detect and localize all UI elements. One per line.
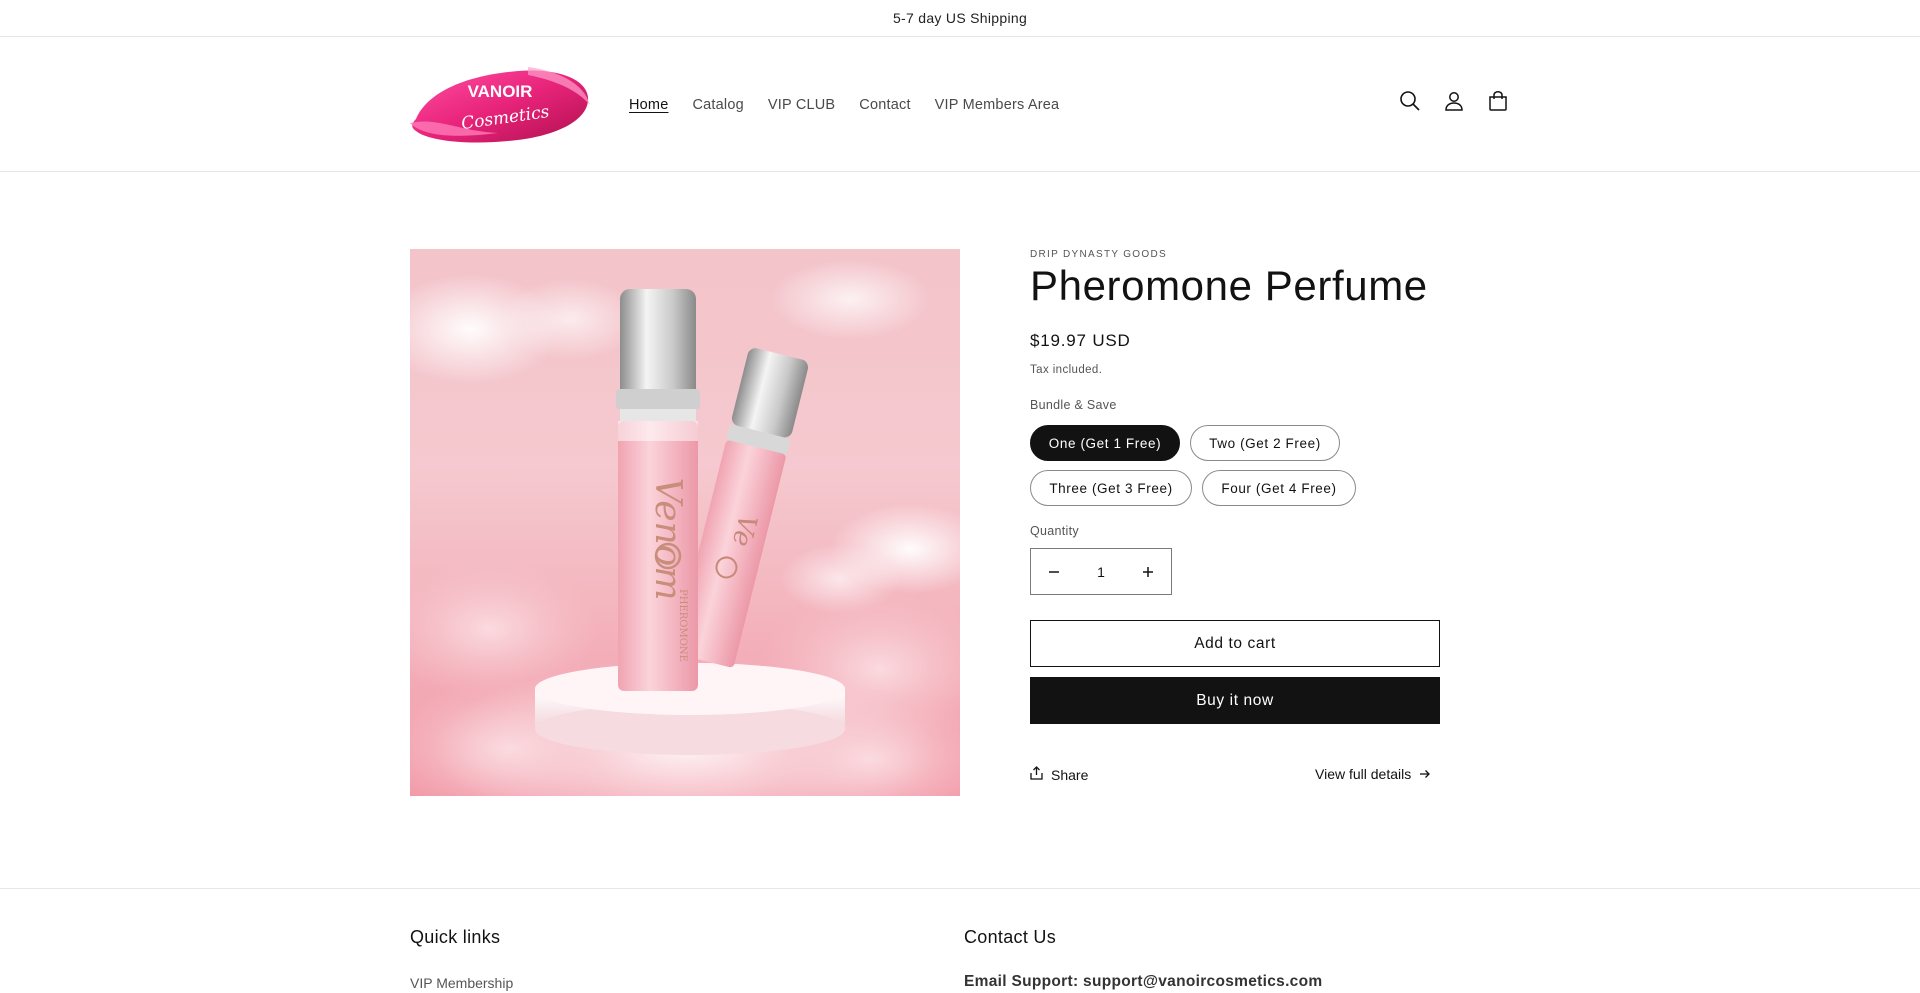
nav-item-home[interactable]: Home bbox=[629, 97, 668, 113]
account-icon[interactable] bbox=[1442, 89, 1466, 113]
search-icon[interactable] bbox=[1398, 89, 1422, 113]
buy-it-now-button[interactable]: Buy it now bbox=[1030, 677, 1440, 724]
bundle-label: Bundle & Save bbox=[1030, 398, 1117, 412]
site-footer: Quick links VIP Membership Contact Us Em… bbox=[0, 888, 1920, 993]
announcement-bar: 5-7 day US Shipping bbox=[0, 0, 1920, 37]
bundle-option-four[interactable]: Four (Get 4 Free) bbox=[1202, 470, 1356, 506]
arrow-right-icon bbox=[1419, 766, 1431, 782]
view-full-details-link[interactable]: View full details bbox=[1315, 766, 1431, 782]
logo-text-line1: VANOIR bbox=[468, 82, 533, 101]
header-icons bbox=[1398, 89, 1510, 113]
minus-icon bbox=[1049, 570, 1059, 573]
cart-icon[interactable] bbox=[1486, 89, 1510, 113]
nav-item-contact[interactable]: Contact bbox=[859, 97, 910, 113]
quantity-stepper: 1 bbox=[1030, 548, 1172, 595]
quantity-label: Quantity bbox=[1030, 524, 1079, 538]
quantity-input[interactable]: 1 bbox=[1077, 564, 1125, 580]
product-price: $19.97 USD bbox=[1030, 331, 1131, 350]
share-button[interactable]: Share bbox=[1030, 766, 1088, 783]
bundle-option-two[interactable]: Two (Get 2 Free) bbox=[1190, 425, 1340, 461]
product-title: Pheromone Perfume bbox=[1030, 262, 1428, 309]
plus-icon bbox=[1143, 566, 1153, 577]
bundle-option-three[interactable]: Three (Get 3 Free) bbox=[1030, 470, 1192, 506]
contact-us-heading: Contact Us bbox=[964, 927, 1057, 947]
share-icon bbox=[1030, 766, 1043, 783]
quick-links-heading: Quick links bbox=[410, 927, 501, 947]
nav-item-catalog[interactable]: Catalog bbox=[692, 97, 743, 113]
footer-link-vip-membership[interactable]: VIP Membership bbox=[410, 975, 513, 991]
bottle-script-text: Venom bbox=[647, 478, 688, 601]
main-nav: Home Catalog VIP CLUB Contact VIP Member… bbox=[629, 37, 1083, 172]
add-to-cart-button[interactable]: Add to cart bbox=[1030, 620, 1440, 667]
quantity-decrease-button[interactable] bbox=[1031, 549, 1077, 594]
bundle-option-one[interactable]: One (Get 1 Free) bbox=[1030, 425, 1180, 461]
brand-logo[interactable]: VANOIR Cosmetics bbox=[408, 61, 594, 147]
product-image[interactable]: Ve Venom PHEROMONE bbox=[410, 249, 960, 796]
nav-item-vip-members-area[interactable]: VIP Members Area bbox=[935, 97, 1060, 113]
site-header: VANOIR Cosmetics Home Catalog VIP CLUB C… bbox=[0, 37, 1920, 172]
quantity-increase-button[interactable] bbox=[1125, 549, 1171, 594]
email-support-text: Email Support: support@vanoircosmetics.c… bbox=[964, 973, 1323, 990]
bottle-subtext: PHEROMONE bbox=[677, 589, 688, 662]
tax-note: Tax included. bbox=[1030, 364, 1103, 376]
nav-item-vip-club[interactable]: VIP CLUB bbox=[768, 97, 835, 113]
view-details-label: View full details bbox=[1315, 766, 1412, 782]
product-vendor: DRIP DYNASTY GOODS bbox=[1030, 249, 1167, 260]
share-label: Share bbox=[1051, 766, 1089, 783]
announcement-text: 5-7 day US Shipping bbox=[892, 10, 1028, 26]
